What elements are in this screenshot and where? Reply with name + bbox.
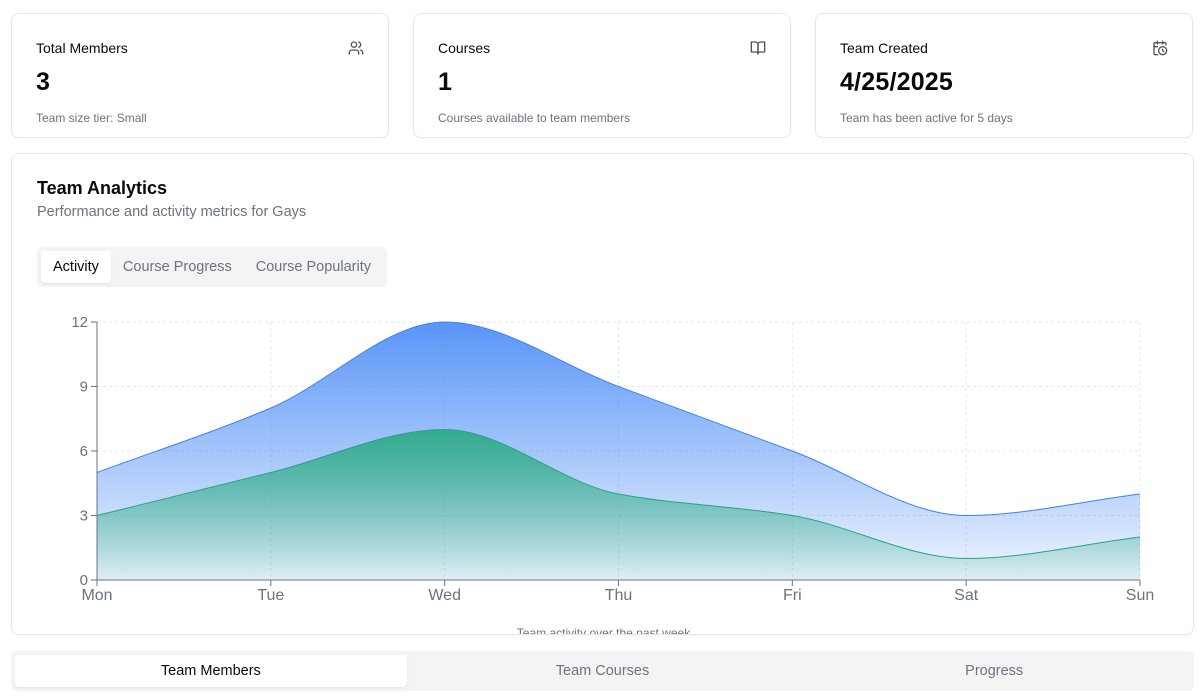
- stat-description: Team size tier: Small: [36, 111, 147, 125]
- tab-progress[interactable]: Progress: [798, 655, 1190, 687]
- x-tick-label: Sat: [954, 587, 979, 604]
- stat-card-courses: Courses 1 Courses available to team memb…: [413, 13, 791, 138]
- x-tick-label: Sun: [1126, 587, 1154, 604]
- calendar-clock-icon: [1153, 40, 1168, 56]
- x-tick-label: Tue: [257, 587, 284, 604]
- tab-team-members[interactable]: Team Members: [15, 655, 407, 687]
- y-tick-label: 9: [80, 379, 88, 396]
- stat-title: Courses: [438, 40, 491, 56]
- x-tick-label: Mon: [81, 587, 112, 604]
- tab-team-courses[interactable]: Team Courses: [407, 655, 799, 687]
- stat-card-team-created: Team Created 4/25/2025 Team has been act…: [815, 13, 1193, 138]
- stat-description: Courses available to team members: [438, 111, 631, 125]
- y-tick-label: 12: [71, 314, 88, 331]
- x-tick-label: Wed: [428, 587, 461, 604]
- chart-caption: Team activity over the past week: [516, 626, 691, 635]
- x-tick-label: Fri: [783, 587, 802, 604]
- stat-title: Total Members: [36, 40, 128, 56]
- users-icon: [348, 41, 364, 55]
- stat-value: 1: [438, 68, 453, 96]
- stat-description: Team has been active for 5 days: [840, 111, 1013, 125]
- book-open-icon: [750, 41, 766, 55]
- stat-title: Team Created: [840, 40, 928, 56]
- stat-value: 3: [36, 68, 51, 96]
- stat-value: 4/25/2025: [840, 68, 954, 96]
- x-tick-label: Thu: [605, 587, 633, 604]
- activity-area-chart: 036912Mon Tue Wed Thu Fri Sat Sun: [71, 314, 1154, 604]
- y-tick-label: 6: [80, 443, 88, 460]
- bottom-tabs: Team Members Team Courses Progress: [11, 651, 1194, 691]
- stat-card-total-members: Total Members 3 Team size tier: Small: [11, 13, 389, 138]
- team-analytics-card: Team Analytics Performance and activity …: [11, 153, 1194, 635]
- y-tick-label: 3: [80, 508, 88, 525]
